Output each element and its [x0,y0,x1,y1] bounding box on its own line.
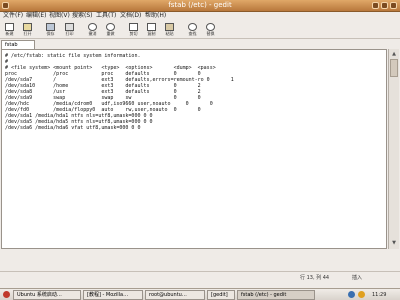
close-icon[interactable] [390,2,397,9]
undo-icon [88,23,97,31]
open-button[interactable]: 打开 [21,22,34,36]
show-desktop-icon[interactable] [3,291,10,298]
volume-icon[interactable] [358,291,365,298]
text-editor[interactable]: # /etc/fstab: static file system informa… [1,49,387,249]
menu-tools[interactable]: 工具(T) [96,11,116,21]
taskbar-item[interactable]: Ubuntu 系统启动… [13,290,81,300]
new-document-icon [5,23,14,31]
menu-help[interactable]: 帮助(H) [145,11,166,21]
taskbar-item[interactable]: [gedit] [207,290,235,300]
window-title: fstab (/etc) - gedit [168,1,232,9]
replace-icon [206,23,215,31]
menu-bar: 文件(F) 编辑(E) 视图(V) 搜索(S) 工具(T) 文档(D) 帮助(H… [0,11,400,21]
cut-button[interactable]: 剪切 [127,22,140,36]
bottom-panel: Ubuntu 系统启动… [教程] - Mozilla… root@ubuntu… [0,288,400,300]
document-tabs: fstab [0,39,400,49]
toolbar: 新建 打开 保存 打印 撤消 重做 剪切 复制 粘贴 查找 替换 [0,21,400,39]
save-icon [46,23,55,31]
scroll-thumb[interactable] [390,59,398,77]
redo-button[interactable]: 重做 [104,22,117,36]
paste-button[interactable]: 粘贴 [163,22,176,36]
scroll-up-icon[interactable]: ▲ [390,50,398,58]
clock[interactable]: 11:29 [372,290,386,300]
tab-label: fstab [5,42,18,48]
new-button[interactable]: 新建 [3,22,16,36]
menu-view[interactable]: 视图(V) [49,11,70,21]
insert-mode: 插入 [352,275,363,281]
find-button[interactable]: 查找 [186,22,199,36]
redo-icon [106,23,115,31]
undo-button[interactable]: 撤消 [86,22,99,36]
clipboard-icon [165,23,174,31]
minimize-icon[interactable] [372,2,379,9]
status-bar: 行 13, 列 44 插入 [0,271,400,284]
network-icon[interactable] [348,291,355,298]
magnifier-icon [188,23,197,31]
replace-button[interactable]: 替换 [204,22,217,36]
scroll-down-icon[interactable]: ▼ [390,239,398,247]
vertical-scrollbar[interactable]: ▲ ▼ [388,49,399,249]
taskbar-item[interactable]: root@ubuntu… [145,290,205,300]
cursor-position: 行 13, 列 44 [300,275,330,281]
copy-icon [147,23,156,31]
open-folder-icon [23,23,32,31]
gedit-window: fstab (/etc) - gedit 文件(F) 编辑(E) 视图(V) 搜… [0,0,400,288]
editor-line: # /etc/fstab: static file system informa… [5,53,141,59]
print-button[interactable]: 打印 [63,22,76,36]
save-button[interactable]: 保存 [44,22,57,36]
menu-search[interactable]: 搜索(S) [72,11,93,21]
maximize-icon[interactable] [381,2,388,9]
tab-fstab[interactable]: fstab [1,40,35,49]
menu-edit[interactable]: 编辑(E) [26,11,46,21]
scissors-icon [129,23,138,31]
editor-line: /dev/sda6 /media/hda6 vfat utf8,umask=00… [5,125,141,131]
printer-icon [65,23,74,31]
taskbar-item[interactable]: [教程] - Mozilla… [83,290,143,300]
menu-file[interactable]: 文件(F) [3,11,23,21]
menu-documents[interactable]: 文档(D) [120,11,141,21]
copy-button[interactable]: 复制 [145,22,158,36]
taskbar-item-active[interactable]: fstab (/etc) - gedit [237,290,315,300]
